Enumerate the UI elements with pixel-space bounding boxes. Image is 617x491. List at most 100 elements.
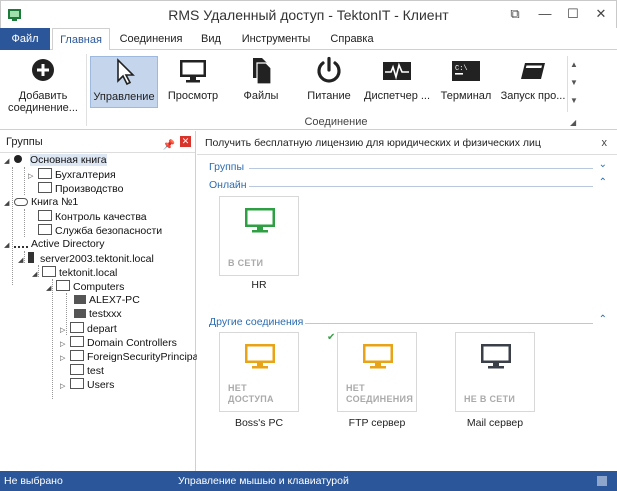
plus-circle-icon: [32, 59, 54, 81]
tree-node[interactable]: Производство: [28, 182, 123, 195]
card-name: FTP сервер: [348, 417, 406, 429]
folder-icon: [70, 350, 84, 361]
card-name: Boss's PC: [234, 417, 284, 429]
folder-icon: [38, 182, 52, 193]
terminal-button[interactable]: C:\ Терминал: [434, 56, 498, 108]
groups-panel: Группы 📌 ✕ ◢ Основная книга ▷ Бухгалтерия …: [0, 131, 206, 471]
run-program-icon: [521, 63, 545, 79]
computer-icon: [74, 295, 86, 304]
tree-node[interactable]: ▷ Domain Controllers: [60, 336, 177, 349]
tree-node[interactable]: Контроль качества: [28, 210, 147, 223]
tree-node[interactable]: Служба безопасности: [28, 224, 162, 237]
folder-icon: [70, 336, 84, 347]
folder-icon: [70, 322, 84, 333]
folder-icon: [42, 266, 56, 277]
chevron-up-icon[interactable]: ⌃: [599, 314, 607, 325]
tab-home[interactable]: Главная: [52, 28, 110, 51]
tree-node[interactable]: testxxx: [74, 308, 122, 321]
card-state: В СЕТИ: [228, 258, 264, 268]
chevron-up-icon[interactable]: ⌃: [599, 177, 607, 188]
license-banner[interactable]: Получить бесплатную лицензию для юридиче…: [197, 131, 617, 155]
section-online[interactable]: Онлайн ⌃: [209, 177, 607, 193]
banner-close-button[interactable]: x: [602, 131, 608, 155]
run-program-button[interactable]: Запуск про...: [500, 56, 566, 108]
card-state: НЕ В СЕТИ: [464, 394, 516, 404]
tree-node[interactable]: ▷ depart: [60, 322, 117, 335]
book-icon: [14, 155, 22, 163]
connection-card[interactable]: НЕТ СОЕДИНЕНИЯ: [337, 332, 417, 412]
tree-node[interactable]: ▷ Бухгалтерия: [28, 168, 116, 181]
ribbon-scroll[interactable]: ▲ ▼ ▼: [567, 56, 580, 112]
monitor-orange-icon: [363, 344, 393, 369]
tree-node[interactable]: ◢ Computers: [46, 280, 124, 293]
expand-icon[interactable]: ▼: [568, 92, 580, 110]
tree-node[interactable]: ▷ Users: [60, 378, 114, 391]
tree-node[interactable]: ALEX7-PC: [74, 294, 140, 307]
server-icon: [28, 252, 34, 263]
task-manager-icon: [383, 62, 411, 81]
scroll-up-icon[interactable]: ▲: [568, 56, 580, 74]
scroll-down-icon[interactable]: ▼: [568, 74, 580, 92]
tree-node[interactable]: ▷ ForeignSecurityPrincipals: [60, 350, 206, 363]
ribbon-tabs: Файл Главная Соединения Вид Инструменты …: [0, 28, 617, 51]
minimize-button[interactable]: —: [534, 5, 556, 23]
tree-node[interactable]: ◢ tektonit.local: [32, 266, 117, 279]
connection-card[interactable]: В СЕТИ: [219, 196, 299, 276]
network-icon: [14, 239, 28, 248]
panel-close-icon[interactable]: ✕: [180, 136, 191, 147]
files-icon: [253, 58, 272, 85]
restore-icon[interactable]: ⧉: [504, 5, 526, 23]
power-icon: [317, 56, 341, 83]
cursor-icon: [117, 58, 135, 86]
section-other[interactable]: Другие соединения ⌃: [209, 314, 607, 330]
status-bar: Не выбрано Управление мышью и клавиатуро…: [0, 471, 617, 491]
card-state: НЕТ ДОСТУПА: [228, 383, 274, 404]
tree-node[interactable]: ◢ Active Directory: [4, 238, 105, 251]
folder-icon: [38, 168, 52, 179]
view-button[interactable]: Просмотр: [162, 56, 224, 108]
ribbon-group-label: Соединение: [304, 116, 368, 128]
ribbon: Добавить соединение... Управление Просмо…: [0, 50, 617, 130]
add-connection-button[interactable]: Добавить соединение...: [4, 56, 82, 114]
folder-icon: [56, 280, 70, 291]
folder-icon: [38, 224, 52, 235]
task-manager-button[interactable]: Диспетчер ...: [364, 56, 430, 108]
tab-help[interactable]: Справка: [324, 28, 380, 50]
monitor-green-icon: [245, 208, 275, 233]
close-button[interactable]: ✕: [590, 5, 612, 23]
power-button[interactable]: Питание: [298, 56, 360, 108]
control-button[interactable]: Управление: [90, 56, 158, 108]
groups-panel-header: Группы 📌 ✕: [0, 131, 195, 153]
card-state: НЕТ СОЕДИНЕНИЯ: [346, 383, 414, 404]
tab-file[interactable]: Файл: [0, 28, 50, 50]
terminal-icon: C:\: [452, 61, 480, 81]
monitor-dark-icon: [481, 344, 511, 369]
status-selection: Не выбрано: [4, 475, 63, 487]
tab-view[interactable]: Вид: [196, 28, 226, 50]
tree-node[interactable]: test: [60, 364, 104, 377]
tab-tools[interactable]: Инструменты: [236, 28, 316, 50]
tab-connections[interactable]: Соединения: [116, 28, 186, 50]
monitor-orange-icon: [245, 344, 275, 369]
connection-card[interactable]: НЕ В СЕТИ: [455, 332, 535, 412]
title-bar: RMS Удаленный доступ - TektonIT - Клиент…: [0, 0, 617, 28]
resize-grip-icon[interactable]: [597, 476, 607, 486]
tree-node[interactable]: ◢ Основная книга: [4, 154, 107, 167]
groups-tree: ◢ Основная книга ▷ Бухгалтерия Производств…: [0, 153, 206, 471]
monitor-icon: [180, 60, 206, 83]
svg-text:C:\: C:\: [455, 65, 468, 73]
tree-node[interactable]: ◢ Книга №1: [4, 196, 78, 209]
cloud-icon: [14, 198, 28, 206]
connection-card[interactable]: НЕТ ДОСТУПА: [219, 332, 299, 412]
chevron-down-icon[interactable]: ⌄: [599, 159, 607, 170]
check-icon: ✔: [327, 332, 336, 343]
dialog-launcher-icon[interactable]: ◢: [570, 118, 576, 127]
maximize-button[interactable]: ☐: [562, 5, 584, 23]
connections-panel: Получить бесплатную лицензию для юридиче…: [197, 131, 617, 471]
computer-icon: [74, 309, 86, 318]
files-button[interactable]: Файлы: [230, 56, 292, 108]
folder-icon: [70, 378, 84, 389]
tree-node[interactable]: ◢ server2003.tektonit.local: [18, 252, 154, 265]
card-name: HR: [251, 279, 267, 291]
section-groups[interactable]: Группы ⌄: [209, 159, 607, 175]
